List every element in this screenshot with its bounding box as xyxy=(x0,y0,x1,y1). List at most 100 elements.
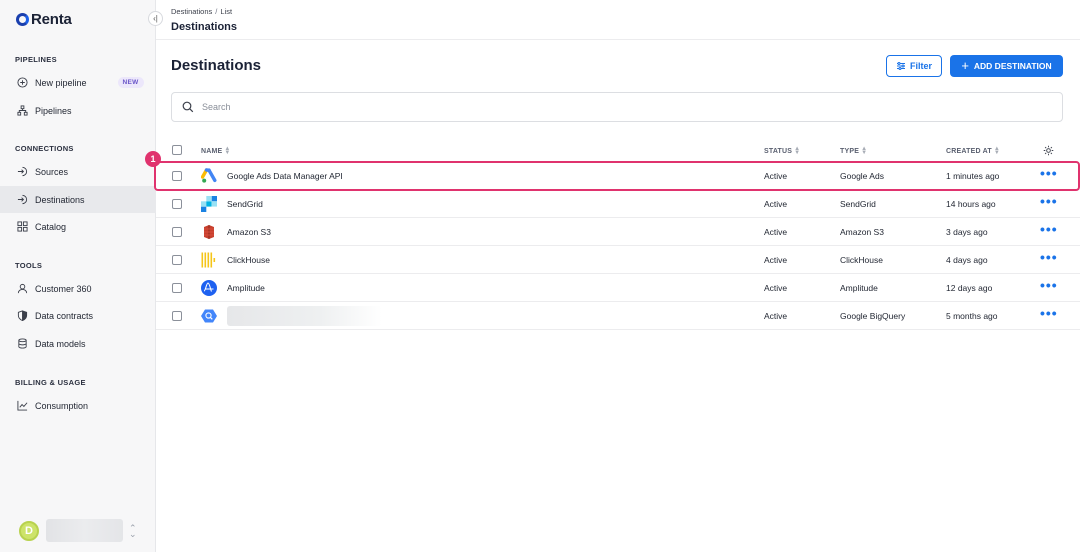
add-destination-button[interactable]: + ADD DESTINATION xyxy=(950,55,1063,77)
more-options-icon[interactable]: ••• xyxy=(1040,166,1058,180)
select-all-checkbox[interactable] xyxy=(172,145,182,155)
row-created: 1 minutes ago xyxy=(946,171,1000,181)
more-options-icon[interactable]: ••• xyxy=(1040,306,1058,320)
search-input[interactable] xyxy=(202,102,1002,112)
amplitude-icon xyxy=(201,280,217,296)
column-header-created-at[interactable]: CREATED AT ▲ ▼ xyxy=(946,146,1000,156)
section-title-pipelines: PIPELINES xyxy=(15,55,57,64)
row-name[interactable]: Amplitude xyxy=(227,283,265,293)
search-icon xyxy=(182,101,194,113)
row-checkbox[interactable] xyxy=(172,171,182,181)
row-type: Google Ads xyxy=(840,171,884,181)
row-type: ClickHouse xyxy=(840,255,883,265)
row-status: Active xyxy=(764,283,788,293)
row-name[interactable]: Amazon S3 xyxy=(227,227,271,237)
sendgrid-icon xyxy=(201,196,217,212)
row-created: 14 hours ago xyxy=(946,199,996,209)
more-options-icon[interactable]: ••• xyxy=(1040,194,1058,208)
row-type: Amazon S3 xyxy=(840,227,884,237)
chart-line-icon xyxy=(16,400,28,412)
row-checkbox[interactable] xyxy=(172,199,182,209)
column-header-name[interactable]: NAME ▲ ▼ xyxy=(201,146,231,156)
sidebar-item-data-contracts[interactable]: Data contracts xyxy=(0,302,156,329)
column-header-status[interactable]: STATUS ▲ ▼ xyxy=(764,146,800,156)
plus-circle-icon xyxy=(16,77,28,89)
table-row[interactable]: ClickHouse Active ClickHouse 4 days ago … xyxy=(156,246,1080,274)
grid-icon xyxy=(16,221,28,233)
row-status: Active xyxy=(764,171,788,181)
user-menu[interactable]: D ⌃ ⌄ xyxy=(19,519,137,542)
google-ads-icon xyxy=(201,168,217,183)
table-row[interactable]: Amplitude Active Amplitude 12 days ago •… xyxy=(156,274,1080,302)
sidebar-item-label: Catalog xyxy=(35,221,67,232)
column-label: CREATED AT xyxy=(946,147,992,155)
row-checkbox[interactable] xyxy=(172,227,182,237)
section-title-tools: TOOLS xyxy=(15,261,43,270)
sidebar-item-label: Pipelines xyxy=(35,105,72,116)
sidebar-item-consumption[interactable]: Consumption xyxy=(0,392,156,419)
more-options-icon[interactable]: ••• xyxy=(1040,250,1058,264)
new-badge: NEW xyxy=(117,77,144,88)
table-row[interactable]: Google Ads Data Manager API Active Googl… xyxy=(156,162,1080,190)
sidebar-item-catalog[interactable]: Catalog xyxy=(0,213,156,240)
page-title: Destinations xyxy=(171,57,262,74)
sidebar-item-label: Destinations xyxy=(35,194,85,205)
row-created: 3 days ago xyxy=(946,227,988,237)
sidebar-item-customer-360[interactable]: Customer 360 xyxy=(0,275,156,302)
table-row[interactable]: SendGrid Active SendGrid 14 hours ago ••… xyxy=(156,190,1080,218)
sidebar-item-new-pipeline[interactable]: New pipeline NEW xyxy=(0,69,156,96)
avatar: D xyxy=(19,520,39,541)
shield-icon xyxy=(16,310,28,322)
column-label: NAME xyxy=(201,147,223,155)
sidebar-item-data-models[interactable]: Data models xyxy=(0,330,156,357)
row-name[interactable]: SendGrid xyxy=(227,199,263,209)
row-name[interactable]: Google Ads Data Manager API xyxy=(227,171,343,181)
sidebar-item-label: Consumption xyxy=(35,400,89,411)
column-header-type[interactable]: TYPE ▲ ▼ xyxy=(840,146,868,156)
section-title-billing: BILLING & USAGE xyxy=(15,378,86,387)
sidebar-item-pipelines[interactable]: Pipelines xyxy=(0,97,156,124)
row-created: 5 months ago xyxy=(946,311,998,321)
table-row[interactable]: Active Google BigQuery 5 months ago ••• xyxy=(156,302,1080,330)
row-created: 4 days ago xyxy=(946,255,988,265)
sign-in-icon xyxy=(16,166,28,178)
renta-logo-icon xyxy=(16,13,29,26)
sidebar-item-destinations[interactable]: Destinations xyxy=(0,186,156,213)
filter-button[interactable]: Filter xyxy=(886,55,942,77)
table-row[interactable]: Amazon S3 Active Amazon S3 3 days ago ••… xyxy=(156,218,1080,246)
gear-icon[interactable] xyxy=(1043,145,1054,156)
chevron-updown-icon: ⌃ ⌄ xyxy=(129,522,137,539)
row-checkbox[interactable] xyxy=(172,255,182,265)
app-logo[interactable]: Renta xyxy=(16,11,72,28)
row-status: Active xyxy=(764,255,788,265)
add-destination-label: ADD DESTINATION xyxy=(973,61,1052,71)
sidebar: Renta PIPELINES New pipeline NEW Pipelin… xyxy=(0,0,156,552)
row-created: 12 days ago xyxy=(946,283,993,293)
sidebar-item-label: Data contracts xyxy=(35,310,94,321)
row-status: Active xyxy=(764,227,788,237)
sidebar-item-label: New pipeline xyxy=(35,77,87,88)
column-label: STATUS xyxy=(764,147,793,155)
breadcrumb-destinations[interactable]: Destinations xyxy=(171,7,212,16)
sort-icon: ▲ ▼ xyxy=(993,146,1000,156)
row-checkbox[interactable] xyxy=(172,311,182,321)
breadcrumb: Destinations / List xyxy=(171,7,232,16)
more-options-icon[interactable]: ••• xyxy=(1040,222,1058,236)
row-type: SendGrid xyxy=(840,199,876,209)
bigquery-icon xyxy=(201,309,217,323)
top-header: Destinations / List Destinations xyxy=(156,0,1080,40)
breadcrumb-separator: / xyxy=(215,7,218,16)
row-name[interactable]: ClickHouse xyxy=(227,255,270,265)
hierarchy-icon xyxy=(16,105,28,117)
row-checkbox[interactable] xyxy=(172,283,182,293)
collapse-left-icon[interactable]: ‹| xyxy=(148,11,163,26)
header-title: Destinations xyxy=(171,21,238,33)
sidebar-item-label: Customer 360 xyxy=(35,283,92,294)
filter-icon xyxy=(896,62,905,70)
sort-icon: ▲ ▼ xyxy=(861,146,868,156)
sidebar-item-label: Data models xyxy=(35,338,86,349)
user-name-redacted xyxy=(46,519,123,542)
sidebar-item-sources[interactable]: Sources xyxy=(0,158,156,185)
more-options-icon[interactable]: ••• xyxy=(1040,278,1058,292)
step-marker: 1 xyxy=(145,151,161,167)
